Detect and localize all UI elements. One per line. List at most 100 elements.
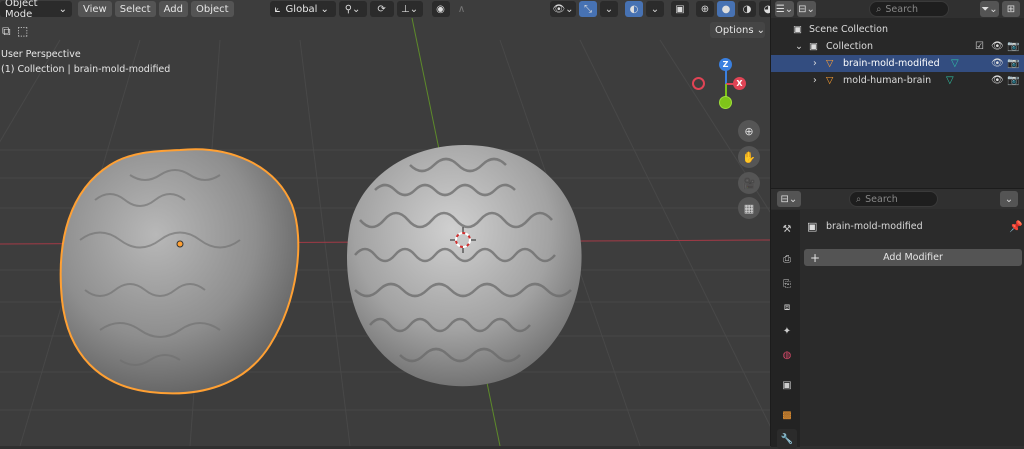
chevron-right-icon[interactable]: › bbox=[813, 58, 817, 69]
options-label: Options bbox=[715, 24, 754, 36]
selection-mode-icon[interactable]: ⧉ bbox=[2, 24, 11, 39]
chevron-down-icon[interactable]: ⌄ bbox=[1000, 191, 1018, 207]
menu-view[interactable]: View bbox=[78, 1, 112, 17]
chevron-right-icon[interactable]: › bbox=[813, 75, 817, 86]
properties-header: ⊟⌄ ⌕ Search ⌄ bbox=[771, 189, 1024, 209]
gizmo-z-axis[interactable]: Z bbox=[719, 58, 732, 71]
filter-icon[interactable]: ⏷⌄ bbox=[979, 1, 999, 17]
search-icon: ⌕ bbox=[876, 3, 882, 15]
collection-label: Collection bbox=[826, 41, 873, 52]
mode-dropdown[interactable]: Object Mode ⌄ bbox=[0, 0, 72, 20]
mesh-data-icon[interactable]: ▽ bbox=[951, 58, 959, 69]
mold-human-brain-object[interactable] bbox=[347, 145, 582, 387]
outliner-item-mold-human-brain[interactable]: › ▽ mold-human-brain ▽ 👁 📷 bbox=[771, 72, 1024, 89]
search-icon: ⌕ bbox=[855, 193, 862, 205]
add-modifier-button[interactable]: + Add Modifier bbox=[804, 249, 1022, 266]
camera-icon[interactable]: 🎥 bbox=[738, 172, 760, 194]
eye-icon[interactable]: 👁 bbox=[991, 58, 1004, 69]
properties-panel: ⊟⌄ ⌕ Search ⌄ ⚒ ⎙ ⎘ ⧈ ✦ ◍ ▣ ▩ 🔧 ▣ brain-… bbox=[770, 188, 1024, 449]
object-tab-icon[interactable]: ▩ bbox=[777, 405, 797, 425]
snap-target-icon[interactable]: ⊥⌄ bbox=[396, 1, 423, 17]
outliner-search-input[interactable]: ⌕ Search bbox=[869, 1, 949, 17]
collection-row[interactable]: ⌄ ▣ Collection ☑ 👁 📷 bbox=[771, 38, 1024, 55]
transform-orientation-dropdown[interactable]: ⟀ Global ⌄ bbox=[269, 1, 336, 17]
render-tab-icon[interactable]: ⎙ bbox=[777, 249, 797, 269]
properties-search-input[interactable]: ⌕ Search bbox=[848, 191, 938, 207]
search-placeholder: Search bbox=[885, 3, 919, 15]
view-layer-tab-icon[interactable]: ⧈ bbox=[777, 297, 797, 317]
scene-tab-icon[interactable]: ✦ bbox=[777, 321, 797, 341]
gizmo-x-label: X bbox=[736, 79, 743, 88]
brain-mold-modified-object[interactable] bbox=[59, 148, 300, 395]
camera-icon[interactable]: 📷 bbox=[1007, 58, 1019, 69]
chevron-down-icon: ⌄ bbox=[320, 3, 329, 15]
menu-object[interactable]: Object bbox=[190, 1, 234, 17]
object-label: brain-mold-modified bbox=[843, 58, 940, 69]
proportional-edit-icon[interactable]: ◉ bbox=[431, 1, 450, 17]
menu-add[interactable]: Add bbox=[158, 1, 188, 17]
display-mode-icon[interactable]: ⊟⌄ bbox=[797, 1, 817, 17]
scene-collection-row[interactable]: ▣ Scene Collection bbox=[771, 21, 1024, 38]
modifier-tab-icon[interactable]: 🔧 bbox=[777, 429, 797, 449]
chevron-down-icon: ⌄ bbox=[58, 3, 67, 15]
shading-wireframe-icon[interactable]: ⊕ bbox=[696, 1, 714, 17]
gizmo-y-axis[interactable] bbox=[719, 96, 732, 109]
camera-icon[interactable]: 📷 bbox=[1007, 41, 1019, 52]
tool-tab-icon[interactable]: ⚒ bbox=[777, 219, 797, 239]
gizmo-x-axis[interactable]: X bbox=[733, 77, 746, 90]
options-dropdown[interactable]: Options ⌄ bbox=[710, 22, 765, 38]
scene-collection-icon: ▣ bbox=[793, 24, 802, 35]
object-icon: ▣ bbox=[807, 220, 818, 233]
perspective-grid-icon[interactable]: ▦ bbox=[738, 197, 760, 219]
selection-mode-alt-icon[interactable]: ⬚ bbox=[17, 24, 28, 38]
orientation-label: Global bbox=[285, 3, 318, 15]
shading-material-icon[interactable]: ◑ bbox=[738, 1, 756, 17]
collection-icon: ▣ bbox=[809, 41, 818, 52]
outliner-item-brain-mold-modified[interactable]: › ▽ brain-mold-modified ▽ 👁 📷 bbox=[771, 55, 1024, 72]
eye-icon[interactable]: 👁 bbox=[991, 75, 1004, 86]
zoom-icon[interactable]: ⊕ bbox=[738, 120, 760, 142]
mesh-object-icon: ▽ bbox=[826, 75, 834, 86]
overlays-toggle-icon[interactable]: ◐ bbox=[625, 1, 643, 17]
shading-solid-icon[interactable]: ● bbox=[717, 1, 735, 17]
mode-label: Object Mode bbox=[5, 0, 38, 20]
3d-viewport[interactable]: Object Mode ⌄ View Select Add Object ⟀ G… bbox=[0, 0, 770, 446]
object-label: mold-human-brain bbox=[843, 75, 932, 86]
visibility-icon[interactable]: 👁⌄ bbox=[550, 1, 576, 17]
collection-tab-icon[interactable]: ▣ bbox=[777, 375, 797, 395]
falloff-icon[interactable]: ∧ bbox=[453, 1, 471, 17]
menu-select[interactable]: Select bbox=[114, 1, 156, 17]
chevron-down-icon: ⌄ bbox=[756, 24, 765, 36]
snap-icon[interactable]: ⟳ bbox=[369, 1, 394, 17]
add-modifier-label: Add Modifier bbox=[883, 252, 943, 263]
editor-type-icon[interactable]: ⊟⌄ bbox=[777, 191, 801, 207]
mesh-object-icon: ▽ bbox=[826, 58, 834, 69]
checkbox-icon[interactable]: ☑ bbox=[975, 41, 984, 52]
scene-collection-label: Scene Collection bbox=[809, 24, 888, 35]
world-tab-icon[interactable]: ◍ bbox=[777, 345, 797, 365]
mesh-data-icon[interactable]: ▽ bbox=[946, 75, 954, 86]
gizmo-toggle-icon[interactable]: ⤡ bbox=[579, 1, 597, 17]
output-tab-icon[interactable]: ⎘ bbox=[777, 274, 797, 294]
view-context-label: (1) Collection | brain-mold-modified bbox=[1, 64, 171, 75]
view-perspective-label: User Perspective bbox=[1, 49, 81, 60]
eye-icon[interactable]: 👁 bbox=[991, 41, 1004, 52]
chevron-down-icon[interactable]: ⌄ bbox=[795, 41, 803, 52]
outliner-header: ☰⌄ ⊟⌄ ⌕ Search ⏷⌄ ⊞ bbox=[771, 0, 1024, 18]
xray-icon[interactable]: ▣ bbox=[671, 1, 689, 17]
properties-object-name: brain-mold-modified bbox=[826, 221, 923, 232]
overlays-dropdown-icon[interactable]: ⌄ bbox=[646, 1, 664, 17]
gizmo-neg-x-axis[interactable] bbox=[692, 77, 705, 90]
shading-rendered-icon[interactable]: ◕ bbox=[759, 1, 770, 17]
pin-icon[interactable]: 📌 bbox=[1009, 220, 1023, 233]
orientation-icon: ⟀ bbox=[274, 3, 281, 15]
gizmo-dropdown-icon[interactable]: ⌄ bbox=[600, 1, 618, 17]
plus-icon: + bbox=[810, 250, 821, 265]
outliner-panel: ☰⌄ ⊟⌄ ⌕ Search ⏷⌄ ⊞ ▣ Scene Collection ⌄… bbox=[770, 0, 1024, 188]
pan-hand-icon[interactable]: ✋ bbox=[738, 146, 760, 168]
new-collection-icon[interactable]: ⊞ bbox=[1001, 1, 1020, 17]
camera-icon[interactable]: 📷 bbox=[1007, 75, 1019, 86]
gizmo-z-label: Z bbox=[722, 60, 729, 69]
editor-type-icon[interactable]: ☰⌄ bbox=[775, 1, 795, 17]
pivot-icon[interactable]: ⚲⌄ bbox=[338, 1, 367, 17]
